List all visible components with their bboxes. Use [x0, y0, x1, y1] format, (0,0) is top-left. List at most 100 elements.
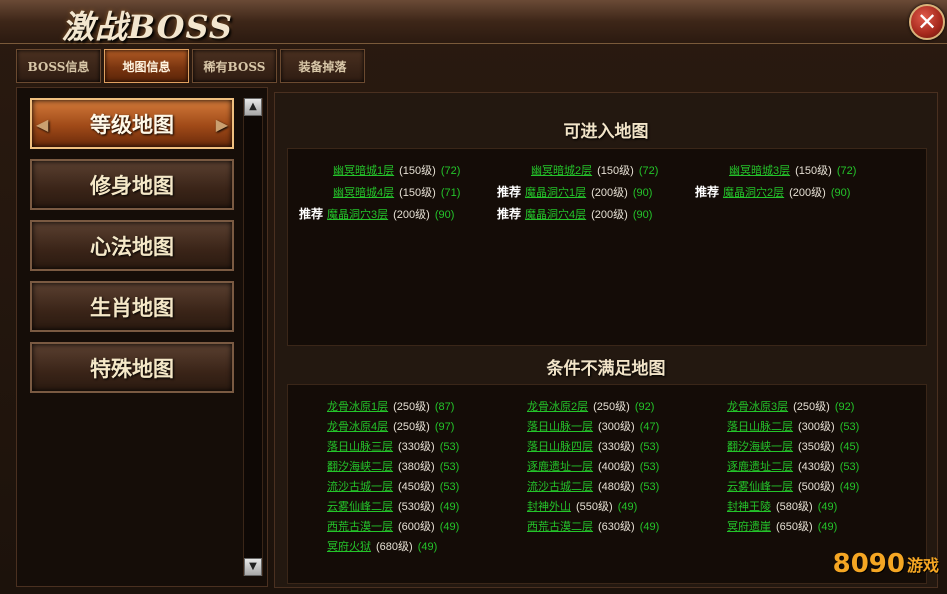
map-entry[interactable]: 云雾仙峰二层 (530级) (49): [327, 498, 459, 514]
map-name[interactable]: 龙骨冰原2层: [527, 401, 588, 413]
map-name[interactable]: 冥府火狱: [327, 541, 371, 553]
map-entry[interactable]: 龙骨冰原2层 (250级) (92): [527, 398, 654, 414]
map-name[interactable]: 幽冥暗城1层: [333, 165, 394, 177]
map-name[interactable]: 落日山脉四层: [527, 441, 593, 453]
map-entry[interactable]: 落日山脉二层 (300级) (53): [727, 418, 859, 434]
map-level: (150级): [597, 165, 634, 177]
map-entry[interactable]: 推荐 魔晶洞穴1层 (200级) (90): [497, 183, 652, 200]
map-entry[interactable]: 流沙古城一层 (450级) (53): [327, 478, 459, 494]
map-name[interactable]: 流沙古城二层: [527, 481, 593, 493]
map-level: (300级): [598, 421, 635, 433]
map-name[interactable]: 魔晶洞穴2层: [723, 187, 784, 199]
map-entry[interactable]: 幽冥暗城1层 (150级) (72): [333, 162, 460, 178]
map-level: (580级): [776, 501, 813, 513]
map-entry[interactable]: 龙骨冰原1层 (250级) (87): [327, 398, 454, 414]
map-entry[interactable]: 推荐 魔晶洞穴2层 (200级) (90): [695, 183, 850, 200]
map-entry[interactable]: 落日山脉三层 (330级) (53): [327, 438, 459, 454]
boss-count: (97): [434, 421, 455, 433]
scroll-up-icon[interactable]: ▲: [244, 98, 262, 116]
category-label: 特殊地图: [90, 355, 174, 381]
map-entry[interactable]: 冥府遗崖 (650级) (49): [727, 518, 837, 534]
map-name[interactable]: 魔晶洞穴1层: [525, 187, 586, 199]
map-name[interactable]: 翻汐海峡一层: [727, 441, 793, 453]
accessible-maps-box: 幽冥暗城1层 (150级) (72) 幽冥暗城2层 (150级) (72) 幽冥暗城3层…: [287, 148, 927, 346]
map-entry[interactable]: 云雾仙峰一层 (500级) (49): [727, 478, 859, 494]
map-name[interactable]: 魔晶洞穴3层: [327, 209, 388, 221]
map-name[interactable]: 逐鹿遗址一层: [527, 461, 593, 473]
map-level: (380级): [398, 461, 435, 473]
map-name[interactable]: 幽冥暗城2层: [531, 165, 592, 177]
map-name[interactable]: 落日山脉一层: [527, 421, 593, 433]
map-entry[interactable]: 流沙古城二层 (480级) (53): [527, 478, 659, 494]
boss-count: (49): [839, 481, 860, 493]
tab-rare-boss[interactable]: 稀有BOSS: [192, 49, 277, 83]
map-name[interactable]: 逐鹿遗址二层: [727, 461, 793, 473]
boss-count: (53): [639, 481, 660, 493]
boss-count: (90): [632, 209, 653, 221]
map-entry[interactable]: 逐鹿遗址一层 (400级) (53): [527, 458, 659, 474]
map-entry[interactable]: 西荒古漠二层 (630级) (49): [527, 518, 659, 534]
map-entry[interactable]: 封神外山 (550级) (49): [527, 498, 637, 514]
category-mind-art-maps[interactable]: 心法地图: [30, 220, 234, 271]
scrollbar[interactable]: ▲ ▼: [243, 98, 263, 576]
logo-number: 8090: [832, 549, 905, 579]
map-entry[interactable]: 推荐 魔晶洞穴4层 (200级) (90): [497, 205, 652, 222]
map-name[interactable]: 龙骨冰原1层: [327, 401, 388, 413]
map-name[interactable]: 云雾仙峰二层: [327, 501, 393, 513]
tab-boss-info[interactable]: BOSS信息: [16, 49, 101, 83]
tab-map-info[interactable]: 地图信息: [104, 49, 189, 83]
map-entry[interactable]: 幽冥暗城2层 (150级) (72): [531, 162, 658, 178]
map-name[interactable]: 西荒古漠二层: [527, 521, 593, 533]
boss-count: (49): [417, 541, 438, 553]
tab-equipment-drops[interactable]: 装备掉落: [280, 49, 365, 83]
map-name[interactable]: 龙骨冰原4层: [327, 421, 388, 433]
map-entry[interactable]: 落日山脉一层 (300级) (47): [527, 418, 659, 434]
map-name[interactable]: 冥府遗崖: [727, 521, 771, 533]
map-name[interactable]: 落日山脉三层: [327, 441, 393, 453]
map-entry[interactable]: 西荒古漠一层 (600级) (49): [327, 518, 459, 534]
map-level: (250级): [593, 401, 630, 413]
boss-count: (92): [834, 401, 855, 413]
map-entry[interactable]: 封神王陵 (580级) (49): [727, 498, 837, 514]
map-level: (200级): [591, 209, 628, 221]
map-list-panel: 可进入地图 幽冥暗城1层 (150级) (72) 幽冥暗城2层 (150级) (72) …: [274, 92, 938, 588]
map-level: (200级): [393, 209, 430, 221]
map-level: (350级): [798, 441, 835, 453]
map-name[interactable]: 落日山脉二层: [727, 421, 793, 433]
map-entry[interactable]: 幽冥暗城4层 (150级) (71): [333, 184, 460, 200]
map-name[interactable]: 幽冥暗城4层: [333, 187, 394, 199]
category-level-maps[interactable]: ◀ 等级地图 ▶: [30, 98, 234, 149]
map-name[interactable]: 流沙古城一层: [327, 481, 393, 493]
map-entry[interactable]: 幽冥暗城3层 (150级) (72): [729, 162, 856, 178]
map-name[interactable]: 云雾仙峰一层: [727, 481, 793, 493]
map-name[interactable]: 幽冥暗城3层: [729, 165, 790, 177]
map-entry[interactable]: 翻汐海峡二层 (380级) (53): [327, 458, 459, 474]
boss-count: (49): [617, 501, 638, 513]
map-name[interactable]: 翻汐海峡二层: [327, 461, 393, 473]
map-entry[interactable]: 翻汐海峡一层 (350级) (45): [727, 438, 859, 454]
map-name[interactable]: 封神王陵: [727, 501, 771, 513]
map-name[interactable]: 西荒古漠一层: [327, 521, 393, 533]
boss-count: (47): [639, 421, 660, 433]
map-entry[interactable]: 逐鹿遗址二层 (430级) (53): [727, 458, 859, 474]
map-level: (630级): [598, 521, 635, 533]
boss-count: (49): [439, 501, 460, 513]
category-zodiac-maps[interactable]: 生肖地图: [30, 281, 234, 332]
map-entry[interactable]: 冥府火狱 (680级) (49): [327, 538, 437, 554]
scroll-down-icon[interactable]: ▼: [244, 558, 262, 576]
map-name[interactable]: 魔晶洞穴4层: [525, 209, 586, 221]
category-special-maps[interactable]: 特殊地图: [30, 342, 234, 393]
map-entry[interactable]: 龙骨冰原3层 (250级) (92): [727, 398, 854, 414]
map-name[interactable]: 龙骨冰原3层: [727, 401, 788, 413]
map-entry[interactable]: 落日山脉四层 (330级) (53): [527, 438, 659, 454]
category-cultivation-maps[interactable]: 修身地图: [30, 159, 234, 210]
map-entry[interactable]: 龙骨冰原4层 (250级) (97): [327, 418, 454, 434]
map-level: (530级): [398, 501, 435, 513]
close-button[interactable]: ✕: [909, 4, 945, 40]
boss-count: (45): [839, 441, 860, 453]
boss-count: (53): [839, 421, 860, 433]
boss-count: (90): [830, 187, 851, 199]
map-level: (500级): [798, 481, 835, 493]
map-entry[interactable]: 推荐 魔晶洞穴3层 (200级) (90): [299, 205, 454, 222]
map-name[interactable]: 封神外山: [527, 501, 571, 513]
